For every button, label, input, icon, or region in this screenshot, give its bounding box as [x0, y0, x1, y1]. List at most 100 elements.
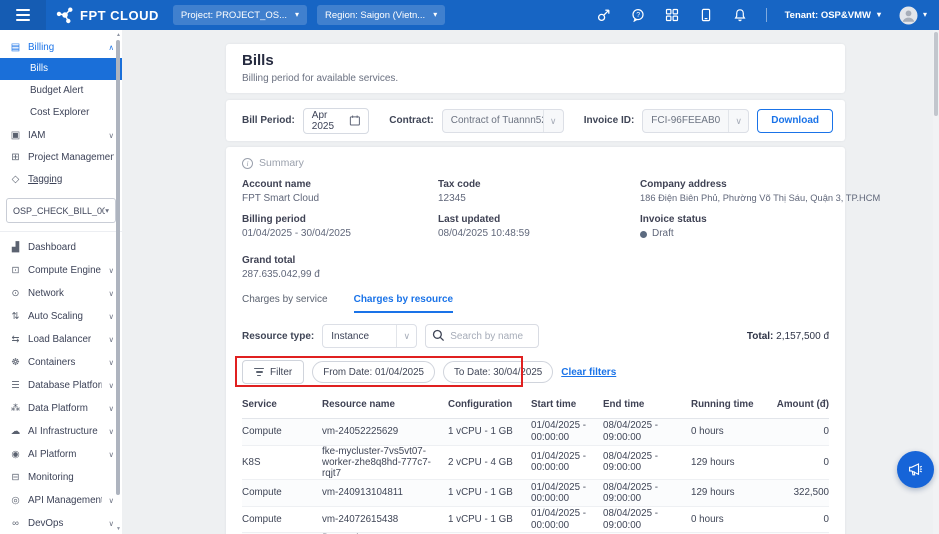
sidebar-menu-item[interactable]: ◎ API Management ∨	[0, 489, 122, 512]
project-selector[interactable]: Project: PROJECT_OS... ▾	[172, 5, 308, 25]
sidebar-menu-item[interactable]: ⁂ Data Platform ∨	[0, 397, 122, 420]
hamburger-menu-icon[interactable]	[0, 0, 46, 30]
menu-item-icon: ∞	[12, 518, 19, 529]
sidebar-menu-item[interactable]: ☁ AI Infrastructure ∨	[0, 420, 122, 443]
apps-grid-icon[interactable]	[664, 7, 680, 23]
sidebar-menu-item[interactable]: ☰ Database Platform ∨	[0, 374, 122, 397]
chevron-down-icon: ∨	[108, 496, 115, 505]
sidebar-menu-item[interactable]: ⊙ Network ∨	[0, 282, 122, 305]
chevron-down-icon: ∨	[108, 335, 115, 344]
menu-item-icon: ⊡	[11, 265, 20, 276]
filter-button[interactable]: Filter	[242, 360, 305, 384]
sidebar-menu-item[interactable]: ⇆ Load Balancer ∨	[0, 328, 122, 351]
scroll-down-icon[interactable]: ▼	[116, 526, 121, 532]
cell-end-time: 08/04/2025 - 09:00:00	[603, 481, 659, 505]
to-date-chip[interactable]: To Date: 30/04/2025	[442, 361, 554, 383]
sidebar-menu-item[interactable]: ∞ DevOps ∨	[0, 512, 122, 534]
charges-tabs: Charges by service Charges by resource	[242, 294, 829, 313]
tab[interactable]: Charges by service	[242, 294, 328, 313]
chevron-down-icon: ∨	[396, 325, 416, 347]
cell-service: Compute	[242, 426, 282, 438]
sidebar-menu-item[interactable]: ▟ Dashboard	[0, 236, 122, 259]
support-chat-icon[interactable]: ?	[630, 7, 646, 23]
bill-period-input[interactable]: Apr 2025	[302, 107, 370, 134]
download-button[interactable]: Download	[757, 108, 833, 133]
cell-end-time: 08/04/2025 - 09:00:00	[603, 451, 659, 474]
sidebar-item-tagging[interactable]: ◇ Tagging	[0, 168, 122, 190]
tenant-selector[interactable]: Tenant: OSP&VMW ▾	[785, 10, 881, 21]
cell-configuration: 2 vCPU - 4 GB	[448, 456, 513, 468]
contract-select[interactable]: Contract of Tuannn52... ∨	[441, 108, 564, 133]
navbar-divider	[765, 8, 767, 22]
sidebar: ▤ Billing ∧ Bills Budget Alert Cost Explor…	[0, 30, 122, 534]
page-header-card: Bills Billing period for available servi…	[226, 44, 845, 93]
from-date-chip[interactable]: From Date: 01/04/2025	[312, 361, 435, 383]
chevron-down-icon: ∨	[108, 289, 115, 298]
search-box	[425, 324, 540, 348]
project-management-icon: ⊞	[11, 151, 20, 163]
field-last-updated: Last updated 08/04/2025 10:48:59	[438, 214, 530, 239]
device-docs-icon[interactable]	[698, 7, 714, 23]
cell-configuration: 1 vCPU - 1 GB	[448, 513, 513, 525]
status-badge: Draft	[652, 228, 674, 239]
sidebar-item-project-management[interactable]: ⊞ Project Management	[0, 146, 122, 168]
cell-configuration: 1 vCPU - 1 GB	[448, 426, 513, 438]
resource-type-label: Resource type:	[242, 330, 315, 342]
invoice-id-select[interactable]: FCI-96FEEAB0 ∨	[642, 108, 750, 133]
cell-start-time: 01/04/2025 - 00:00:00	[531, 451, 587, 474]
cell-service: K8S	[242, 456, 261, 468]
avatar	[899, 6, 918, 24]
notifications-bell-icon[interactable]	[732, 7, 748, 23]
feedback-fab-button[interactable]	[897, 451, 934, 488]
quick-start-icon[interactable]	[596, 7, 612, 23]
chevron-down-icon: ∨	[108, 519, 115, 528]
sidebar-group-billing[interactable]: ▤ Billing ∧	[0, 36, 122, 58]
scroll-up-icon[interactable]: ▲	[116, 32, 121, 38]
sidebar-menu-item[interactable]: ⇅ Auto Scaling ∨	[0, 305, 122, 328]
sidebar-menu-item[interactable]: ⊡ Compute Engine ∨	[0, 259, 122, 282]
megaphone-icon	[909, 463, 923, 476]
chevron-down-icon: ∨	[108, 312, 115, 321]
billing-icon: ▤	[10, 41, 21, 53]
table-row[interactable]: K8S fke-mycluster-7vs5vt07-worker-zhe8q8…	[242, 446, 829, 481]
cell-configuration: 1 vCPU - 1 GB	[448, 487, 513, 499]
sidebar-menu-item[interactable]: ☸ Containers ∨	[0, 351, 122, 374]
sidebar-item-iam[interactable]: ▣ IAM ∨	[0, 124, 122, 146]
brand-name: FPT CLOUD	[80, 7, 159, 23]
region-selector[interactable]: Region: Saigon (Vietn... ▾	[317, 5, 446, 25]
cell-resource-name: vm-240913104811	[322, 487, 403, 499]
chevron-down-icon: ∨	[108, 427, 115, 436]
tab[interactable]: Charges by resource	[353, 294, 454, 313]
clear-filters-link[interactable]: Clear filters	[561, 367, 616, 378]
sidebar-billing-subitem[interactable]: Cost Explorer	[0, 102, 122, 124]
cell-start-time: 01/04/2025 - 00:00:00	[531, 508, 587, 531]
main-content: Bills Billing period for available servi…	[122, 30, 939, 534]
sidebar-menu-item[interactable]: ⊟ Monitoring	[0, 466, 122, 489]
table-row[interactable]: Compute vm-24072615438 1 vCPU - 1 GB 01/…	[242, 507, 829, 534]
chevron-down-icon: ▾	[295, 10, 300, 19]
sidebar-billing-subitem[interactable]: Bills	[0, 58, 122, 80]
sidebar-menu-item[interactable]: ◉ AI Platform ∨	[0, 443, 122, 466]
cell-running-time: 0 hours	[691, 513, 724, 525]
scrollbar-thumb[interactable]	[934, 32, 938, 116]
table-row[interactable]: Compute vm-24052225629 1 vCPU - 1 GB 01/…	[242, 419, 829, 446]
user-avatar-menu[interactable]: ▾	[899, 6, 927, 25]
resource-type-select[interactable]: Instance ∨	[322, 324, 418, 348]
cell-resource-name: vm-24052225629	[322, 426, 399, 438]
fpt-cloud-logo: FPT CLOUD	[56, 6, 159, 24]
cell-amount: 0	[823, 456, 829, 468]
menu-item-icon: ⇆	[11, 334, 20, 345]
sidebar-scrollbar[interactable]: ▲ ▼	[116, 32, 121, 532]
menu-item-icon: ⊟	[11, 472, 20, 483]
sidebar-billing-subitem[interactable]: Budget Alert	[0, 80, 122, 102]
col-service: Service	[242, 399, 277, 411]
table-row[interactable]: Compute vm-240913104811 1 vCPU - 1 GB 01…	[242, 480, 829, 507]
field-tax-code: Tax code 12345	[438, 179, 481, 204]
chevron-down-icon: ▾	[922, 10, 927, 19]
page-scrollbar[interactable]	[933, 30, 939, 534]
page-title: Bills	[242, 52, 274, 69]
sidebar-project-select[interactable]: OSP_CHECK_BILL_001 ▾	[6, 198, 116, 223]
chevron-down-icon: ∨	[108, 358, 115, 367]
cell-amount: 0	[823, 426, 829, 438]
scrollbar-thumb[interactable]	[116, 40, 120, 495]
